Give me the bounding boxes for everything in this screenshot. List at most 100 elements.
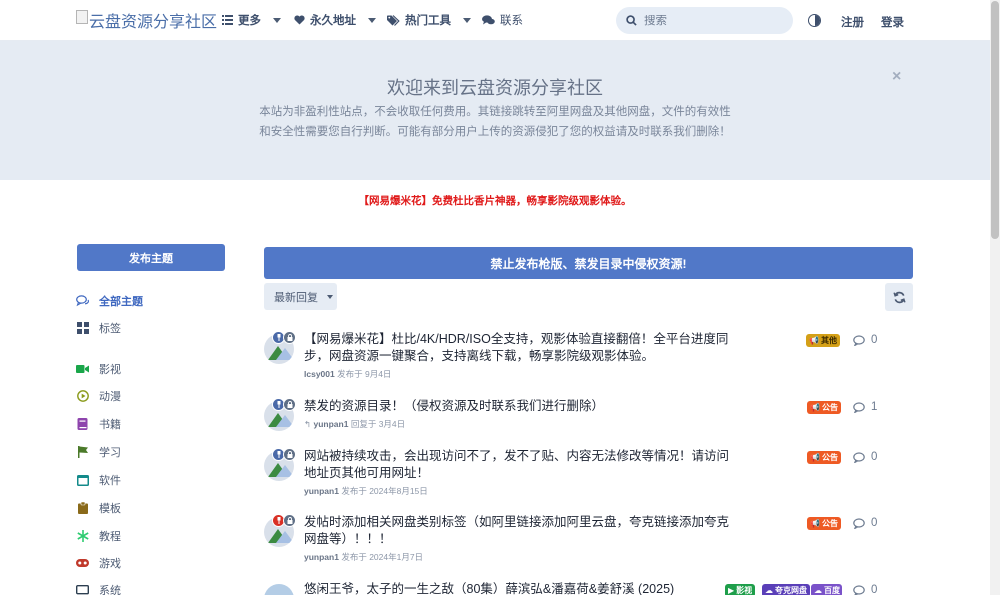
welcome-hero: 欢迎来到云盘资源分享社区 本站为非盈利性站点，不会收取任何费用。其链接跳转至阿里…: [0, 41, 990, 180]
sidebar-item-label: 标签: [99, 323, 121, 335]
reply-count-value: 1: [871, 401, 878, 413]
discussion-title[interactable]: 网站被持续攻击，会出现访问不了，发不了贴、内容无法修改等情况！请访问地址页其他可…: [304, 448, 729, 482]
tag-badge[interactable]: 📢 公告: [807, 401, 841, 414]
lock-icon: [283, 448, 296, 461]
refresh-icon: [892, 291, 906, 303]
tag-label: 公告: [821, 453, 838, 462]
sort-dropdown[interactable]: 最新回复: [264, 283, 337, 310]
top-navbar: 云盘资源分享社区 更多 永久地址 热门工具 联系 注册 登录: [0, 0, 990, 41]
discussion-meta: yunpan1 发布于 2024年8月15日: [304, 485, 428, 497]
list-icon: [222, 15, 233, 25]
video-icon: ▶: [728, 586, 735, 595]
reply-count-value: 0: [871, 334, 878, 346]
reply-count-value: 0: [871, 451, 878, 463]
nav-more-label: 更多: [238, 15, 261, 27]
comment-icon: [853, 517, 865, 529]
start-discussion-button[interactable]: 发布主题: [77, 244, 225, 271]
window-icon: [76, 474, 89, 487]
scrollbar-thumb[interactable]: [991, 1, 999, 239]
book-icon: [76, 418, 89, 431]
tag-label: 公告: [821, 403, 838, 412]
megaphone-icon: 📢: [809, 336, 819, 345]
tag-badge[interactable]: 📢 其他: [806, 334, 840, 347]
site-logo[interactable]: 云盘资源分享社区: [76, 9, 217, 31]
nav-hot-tools[interactable]: 热门工具: [387, 12, 471, 28]
discussion-meta: yunpan1 发布于 2024年1月7日: [304, 551, 423, 563]
author-name[interactable]: yunpan1: [314, 419, 349, 429]
discussion-title[interactable]: 悠闲王爷，太子的一生之敌（80集）薛滨弘&潘嘉荷&姜舒溪 (2025): [304, 581, 729, 595]
chevron-down-icon: [273, 17, 281, 23]
snowflake-icon: [76, 530, 89, 543]
post-time: 发布于 2024年1月7日: [341, 552, 424, 562]
author-name[interactable]: yunpan1: [304, 486, 339, 496]
register-link[interactable]: 注册: [841, 14, 864, 30]
tag-badge[interactable]: ☁ 百度: [811, 584, 842, 595]
hero-description: 本站为非盈利性站点，不会收取任何费用。其链接跳转至阿里网盘及其他网盘，文件的有效…: [259, 106, 731, 138]
discussion-title[interactable]: 【网易爆米花】杜比/4K/HDR/ISO全支持，观影体验直接翻倍！全平台进度同步…: [304, 331, 729, 365]
author-name[interactable]: yunpan1: [304, 552, 339, 562]
sidebar-item-games[interactable]: 游戏: [76, 555, 121, 571]
nav-permanent-address[interactable]: 永久地址: [294, 12, 376, 28]
nav-permanent-address-label: 永久地址: [310, 15, 356, 27]
lock-icon: [283, 398, 296, 411]
discussion-title[interactable]: 禁发的资源目录！（侵权资源及时联系我们进行删除）: [304, 398, 729, 415]
reply-count: 0: [853, 333, 877, 347]
avatar[interactable]: [264, 584, 294, 595]
hero-title: 欢迎来到云盘资源分享社区: [387, 78, 603, 98]
discussion-item[interactable]: 发帖时添加相关网盘类别标签（如阿里链接添加阿里云盘，夸克链接添加夸克网盘等）！！…: [262, 514, 912, 562]
discussion-item[interactable]: 【网易爆米花】杜比/4K/HDR/ISO全支持，观影体验直接翻倍！全平台进度同步…: [262, 331, 912, 379]
sidebar-item-system[interactable]: 系统: [76, 582, 121, 595]
clipboard-icon: [76, 502, 89, 515]
discussion-meta: lcsy001 发布于 9月4日: [304, 368, 391, 380]
theme-toggle-icon[interactable]: [808, 14, 821, 27]
sidebar-item-tags[interactable]: 标签: [76, 320, 121, 336]
search-input[interactable]: [644, 14, 784, 27]
announcement-notice[interactable]: 【网易爆米花】免费杜比香片神器，畅享影院级观影体验。: [0, 193, 990, 208]
post-badges: [272, 331, 296, 344]
discussion-title[interactable]: 发帖时添加相关网盘类别标签（如阿里链接添加阿里云盘，夸克链接添加夸克网盘等）！！…: [304, 514, 729, 548]
chevron-down-icon: [327, 294, 333, 299]
tag-badge[interactable]: 📢 公告: [807, 517, 841, 530]
tag-badge[interactable]: 📢 公告: [807, 451, 841, 464]
close-icon[interactable]: ×: [892, 68, 901, 86]
gamepad-icon: [76, 557, 89, 570]
nav-hot-tools-label: 热门工具: [405, 15, 451, 27]
tag-badge[interactable]: ▶ 影视: [725, 584, 756, 595]
sidebar-item-tutorials[interactable]: 教程: [76, 528, 121, 544]
discussion-meta: ↰ yunpan1 回复于 3月4日: [304, 418, 405, 430]
refresh-button[interactable]: [885, 283, 913, 311]
megaphone-icon: 📢: [810, 453, 820, 462]
page-scrollbar[interactable]: [990, 0, 1000, 595]
sidebar-item-all-discussions[interactable]: 全部主题: [76, 293, 143, 309]
sidebar-item-books[interactable]: 书籍: [76, 416, 121, 432]
sidebar-item-study[interactable]: 学习: [76, 444, 121, 460]
rules-banner[interactable]: 禁止发布枪版、禁发目录中侵权资源!: [264, 247, 913, 279]
monitor-icon: [76, 584, 89, 595]
sidebar-item-movies[interactable]: 影视: [76, 361, 121, 377]
tag-badge[interactable]: ☁ 夸克网盘: [762, 584, 810, 595]
sidebar-item-templates[interactable]: 模板: [76, 500, 121, 516]
post-badges: [272, 398, 296, 411]
discussion-item[interactable]: 悠闲王爷，太子的一生之敌（80集）薛滨弘&潘嘉荷&姜舒溪 (2025) ▶ 影视 …: [262, 581, 912, 595]
sidebar-item-label: 全部主题: [99, 296, 143, 308]
author-name[interactable]: lcsy001: [304, 369, 335, 379]
comment-icon: [853, 451, 865, 463]
reply-arrow-icon: ↰: [304, 419, 312, 429]
nav-more[interactable]: 更多: [222, 12, 281, 28]
tag-label: 夸克网盘: [775, 586, 807, 595]
video-icon: [76, 363, 89, 376]
nav-contact-label: 联系: [500, 15, 523, 27]
reply-count: 0: [853, 450, 877, 464]
login-link[interactable]: 登录: [881, 14, 904, 30]
sidebar-item-label: 学习: [99, 447, 121, 459]
nav-contact[interactable]: 联系: [482, 12, 523, 28]
discussion-item[interactable]: 网站被持续攻击，会出现访问不了，发不了贴、内容无法修改等情况！请访问地址页其他可…: [262, 448, 912, 496]
post-time: 回复于 3月4日: [350, 419, 406, 429]
search-box[interactable]: [616, 7, 793, 34]
megaphone-icon: 📢: [810, 519, 820, 528]
discussion-item[interactable]: 禁发的资源目录！（侵权资源及时联系我们进行删除） ↰ yunpan1 回复于 3…: [262, 398, 912, 432]
sidebar-item-software[interactable]: 软件: [76, 472, 121, 488]
post-time: 发布于 9月4日: [337, 369, 392, 379]
sidebar-item-anime[interactable]: 动漫: [76, 388, 121, 404]
cloud-icon: ☁: [814, 586, 822, 595]
